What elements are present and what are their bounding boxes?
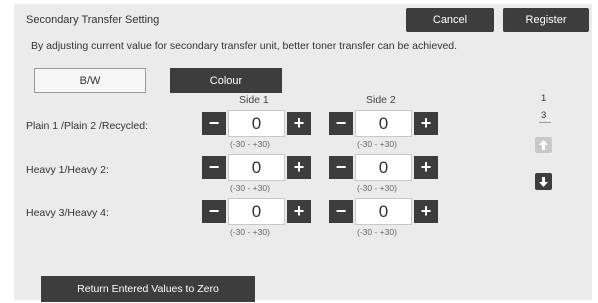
side-2-range: (-30 - +30)	[357, 227, 397, 237]
side-2-value-field[interactable]: 0	[355, 110, 412, 137]
side-1-minus-button[interactable]: −	[202, 156, 226, 179]
side-1-value-field[interactable]: 0	[228, 198, 285, 225]
side-2-range: (-30 - +30)	[357, 139, 397, 149]
side-2-plus-button[interactable]: +	[414, 112, 438, 135]
side-1-plus-button[interactable]: +	[287, 112, 311, 135]
tab-colour[interactable]: Colour	[170, 68, 282, 93]
side-2-plus-button[interactable]: +	[414, 156, 438, 179]
side-1-plus-button[interactable]: +	[287, 156, 311, 179]
description-text: By adjusting current value for secondary…	[31, 40, 458, 52]
side-2-value-field[interactable]: 0	[355, 198, 412, 225]
side-1-heading: Side 1	[239, 94, 269, 106]
side-2-range: (-30 - +30)	[357, 183, 397, 193]
register-button[interactable]: Register	[503, 8, 589, 32]
side-1-minus-button[interactable]: −	[202, 112, 226, 135]
side-2-heading: Side 2	[366, 94, 396, 106]
page-down-button[interactable]	[535, 173, 552, 190]
side-2-plus-button[interactable]: +	[414, 200, 438, 223]
pager-divider	[539, 122, 551, 123]
page-total: 3	[541, 110, 547, 121]
side-1-value-field[interactable]: 0	[228, 154, 285, 181]
row-label-heavy-1-2: Heavy 1/Heavy 2:	[26, 164, 109, 176]
page-title: Secondary Transfer Setting	[26, 14, 160, 26]
side-1-range: (-30 - +30)	[230, 227, 270, 237]
arrow-up-icon	[539, 140, 548, 150]
tab-bw[interactable]: B/W	[34, 68, 146, 93]
cancel-button[interactable]: Cancel	[406, 8, 494, 32]
side-1-value-field[interactable]: 0	[228, 110, 285, 137]
page-current: 1	[541, 93, 547, 104]
return-to-zero-button[interactable]: Return Entered Values to Zero	[41, 276, 255, 302]
side-2-minus-button[interactable]: −	[329, 200, 353, 223]
page-up-button[interactable]	[535, 137, 552, 153]
side-1-plus-button[interactable]: +	[287, 200, 311, 223]
side-1-range: (-30 - +30)	[230, 183, 270, 193]
side-2-minus-button[interactable]: −	[329, 156, 353, 179]
row-label-plain: Plain 1 /Plain 2 /Recycled:	[26, 120, 148, 132]
side-1-minus-button[interactable]: −	[202, 200, 226, 223]
side-1-range: (-30 - +30)	[230, 139, 270, 149]
arrow-down-icon	[539, 176, 548, 187]
side-2-minus-button[interactable]: −	[329, 112, 353, 135]
row-label-heavy-3-4: Heavy 3/Heavy 4:	[26, 207, 109, 219]
side-2-value-field[interactable]: 0	[355, 154, 412, 181]
